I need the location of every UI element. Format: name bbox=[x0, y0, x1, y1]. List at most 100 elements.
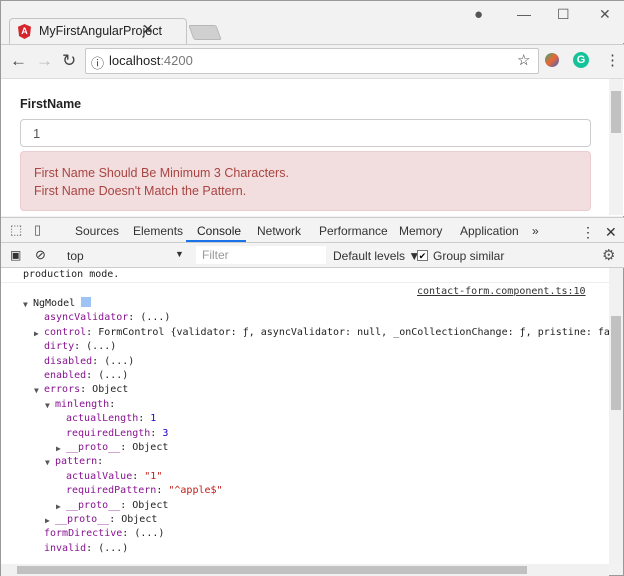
tree-line: __proto__: Object bbox=[55, 514, 158, 525]
reload-icon[interactable]: ↻ bbox=[62, 51, 76, 71]
info-icon[interactable]: ⓘ bbox=[91, 53, 104, 72]
context-dropdown-icon[interactable]: ▼ bbox=[175, 249, 184, 259]
sidebar-toggle-icon[interactable]: ▣ bbox=[10, 248, 21, 262]
menu-icon[interactable]: ⋮ bbox=[605, 51, 620, 69]
tree-value: (...) bbox=[98, 370, 129, 381]
tree-line: enabled: (...) bbox=[44, 370, 129, 381]
url-host: localhost bbox=[109, 53, 161, 68]
tree-line: actualValue: "1" bbox=[66, 470, 163, 482]
close-tab-icon[interactable]: ✕ bbox=[142, 21, 154, 38]
tree-value: Object bbox=[121, 514, 158, 525]
inspect-icon[interactable]: ⬚ bbox=[10, 222, 22, 238]
devtools-menu-icon[interactable]: ⋮ bbox=[581, 224, 595, 241]
tree-value: (...) bbox=[140, 312, 171, 324]
tree-key: asyncValidator bbox=[44, 312, 129, 324]
expand-right-icon[interactable]: ▶ bbox=[34, 329, 39, 338]
tree-line: pattern: bbox=[55, 456, 110, 468]
source-link[interactable]: contact-form.component.ts:10 bbox=[417, 285, 586, 299]
tree-key: minlength bbox=[55, 398, 110, 410]
tree-value: Object bbox=[92, 384, 129, 396]
page-scrollbar[interactable] bbox=[609, 79, 623, 215]
tree-key: errors bbox=[44, 384, 81, 396]
url-text[interactable]: localhost:4200 bbox=[109, 53, 193, 68]
url-port: :4200 bbox=[160, 53, 193, 68]
firstname-input[interactable]: 1 bbox=[20, 119, 591, 147]
expand-down-icon[interactable]: ▼ bbox=[23, 300, 28, 309]
tree-line: control: FormControl {validator: ƒ, asyn… bbox=[44, 326, 609, 340]
tree-line: formDirective: (...) bbox=[44, 528, 165, 540]
star-icon[interactable]: ☆ bbox=[517, 51, 530, 69]
levels-dropdown[interactable]: Default levels ▼ bbox=[333, 249, 420, 263]
tree-line: dirty: (...) bbox=[44, 341, 117, 353]
firstname-label: FirstName bbox=[20, 97, 82, 111]
tree-key: disabled bbox=[44, 355, 93, 367]
tree-key: control bbox=[44, 326, 87, 338]
expand-down-icon[interactable]: ▼ bbox=[45, 458, 50, 467]
tree-value: (...) bbox=[104, 355, 135, 367]
back-icon[interactable]: ← bbox=[10, 51, 27, 71]
prev-message: production mode. bbox=[23, 269, 120, 280]
group-similar-checkbox[interactable]: ✔ bbox=[417, 250, 428, 261]
tree-line: __proto__: Object bbox=[66, 442, 169, 453]
tree-line: asyncValidator: (...) bbox=[44, 312, 171, 324]
tree-line: NgModel bbox=[33, 297, 92, 311]
tree-value: 1 bbox=[150, 413, 157, 425]
tree-key: __proto__ bbox=[55, 514, 110, 525]
tab-sources[interactable]: Sources bbox=[75, 224, 119, 238]
tree-value: Object bbox=[132, 442, 169, 453]
tree-key: actualValue bbox=[66, 470, 133, 482]
tree-key: __proto__ bbox=[66, 499, 121, 511]
tab-network[interactable]: Network bbox=[257, 224, 301, 238]
expand-right-icon[interactable]: ▶ bbox=[56, 502, 61, 511]
error-minlength: First Name Should Be Minimum 3 Character… bbox=[34, 166, 289, 180]
tree-key: NgModel bbox=[33, 298, 76, 309]
close-window-button[interactable]: ✕ bbox=[599, 6, 611, 23]
close-devtools-icon[interactable]: ✕ bbox=[605, 224, 617, 241]
tree-value: "^apple$" bbox=[168, 485, 223, 497]
info-badge-icon[interactable] bbox=[81, 297, 92, 307]
new-tab-button[interactable] bbox=[188, 25, 222, 40]
filter-input[interactable]: Filter bbox=[196, 246, 326, 264]
console-output: production mode. contact-form.component.… bbox=[1, 268, 609, 564]
tab-memory[interactable]: Memory bbox=[399, 224, 442, 238]
grammarly-icon[interactable]: G bbox=[573, 52, 589, 68]
tab-application[interactable]: Application bbox=[460, 224, 519, 238]
forward-icon[interactable]: → bbox=[36, 51, 53, 71]
expand-down-icon[interactable]: ▼ bbox=[34, 386, 39, 395]
tree-key: formDirective bbox=[44, 528, 123, 540]
error-pattern: First Name Doesn't Match the Pattern. bbox=[34, 184, 247, 198]
tab-performance[interactable]: Performance bbox=[319, 224, 388, 238]
tree-line: actualLength: 1 bbox=[66, 413, 157, 425]
active-tab-indicator bbox=[186, 240, 246, 242]
clear-console-icon[interactable]: ⊘ bbox=[35, 247, 46, 263]
tree-line: __proto__: Object bbox=[66, 499, 169, 511]
tree-value: (...) bbox=[98, 542, 129, 554]
tree-line: requiredPattern: "^apple$" bbox=[66, 485, 223, 497]
console-vscrollbar[interactable] bbox=[609, 268, 623, 564]
tree-line: errors: Object bbox=[44, 384, 129, 396]
settings-gear-icon[interactable]: ⚙ bbox=[602, 246, 615, 264]
tree-key: invalid bbox=[44, 542, 87, 554]
tab-console[interactable]: Console bbox=[197, 224, 241, 238]
maximize-button[interactable]: ☐ bbox=[557, 6, 570, 23]
extension-icon[interactable] bbox=[545, 53, 559, 67]
context-select[interactable]: top bbox=[67, 249, 84, 263]
tree-key: dirty bbox=[44, 341, 75, 353]
tab-elements[interactable]: Elements bbox=[133, 224, 183, 238]
expand-down-icon[interactable]: ▼ bbox=[45, 401, 50, 410]
tree-value: Object bbox=[132, 499, 169, 511]
tree-value: (...) bbox=[86, 341, 117, 353]
tree-key: enabled bbox=[44, 370, 87, 381]
profile-icon[interactable]: ● bbox=[474, 6, 483, 23]
minimize-button[interactable]: — bbox=[517, 6, 531, 22]
tree-key: requiredPattern bbox=[66, 485, 157, 497]
tree-value: "1" bbox=[144, 470, 163, 482]
tree-line: disabled: (...) bbox=[44, 355, 135, 367]
device-toolbar-icon[interactable]: ▯ bbox=[34, 222, 41, 238]
console-hscrollbar[interactable] bbox=[1, 564, 609, 576]
expand-right-icon[interactable]: ▶ bbox=[56, 444, 61, 453]
expand-right-icon[interactable]: ▶ bbox=[45, 516, 50, 525]
tree-value: (...) bbox=[134, 528, 165, 540]
tree-line: minlength: bbox=[55, 398, 122, 410]
more-tabs-button[interactable]: » bbox=[532, 224, 539, 238]
